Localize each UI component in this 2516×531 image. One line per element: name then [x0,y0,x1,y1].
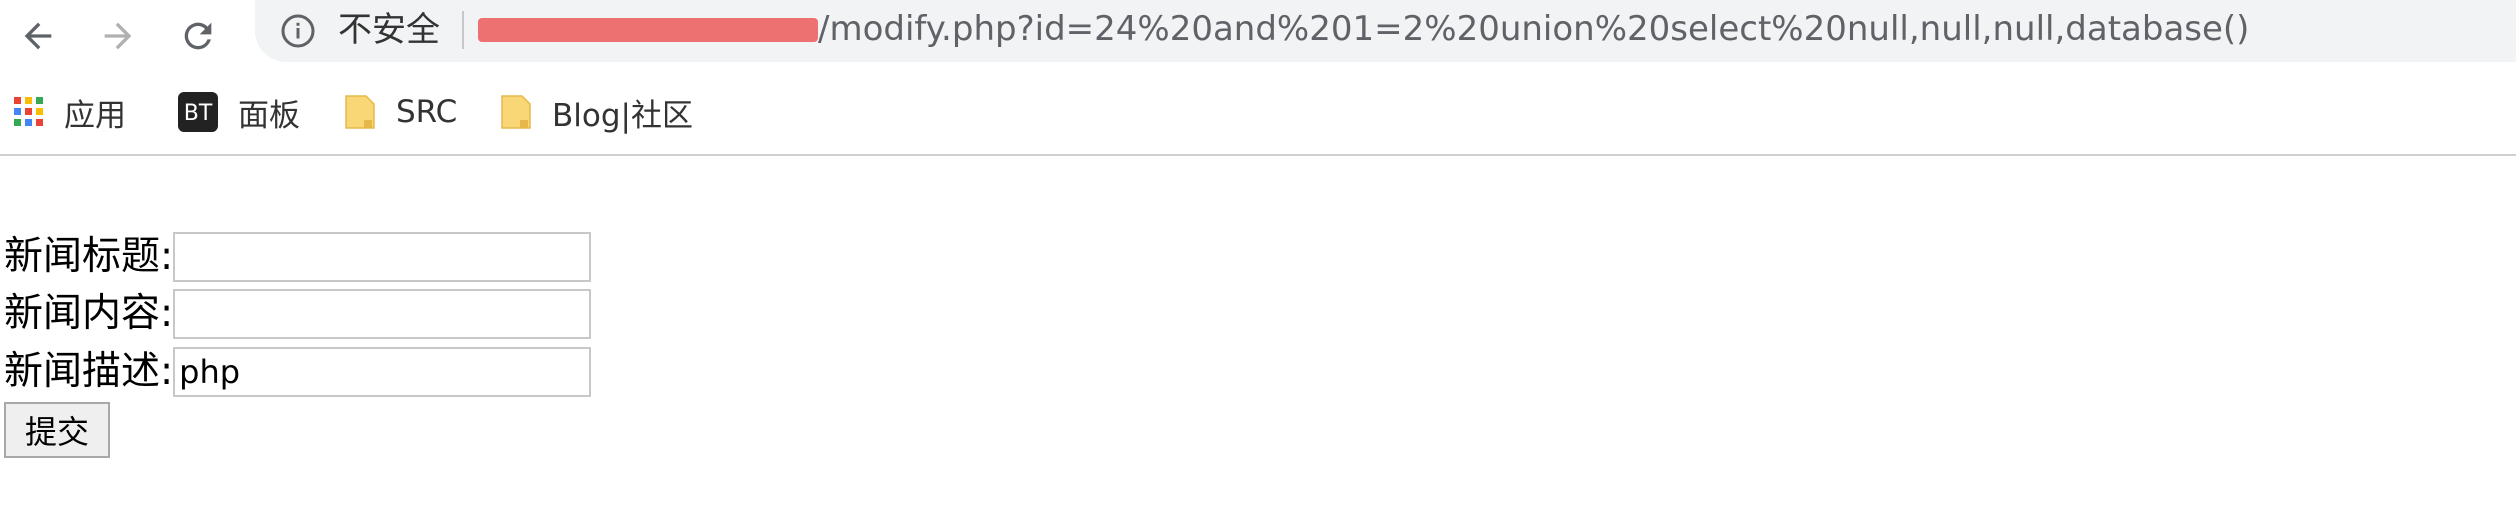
apps-grid-icon [14,97,43,126]
bookmark-src[interactable]: SRC [344,90,457,134]
bookmark-label: Blog|社区 [552,97,693,134]
news-title-label: 新闻标题: [4,234,174,279]
folder-icon [345,95,375,129]
bookmark-apps[interactable]: 应用 [14,90,126,134]
news-desc-label: 新闻描述: [4,349,174,394]
bookmark-panel[interactable]: BT 面板 [178,90,300,134]
redacted-host [478,18,818,42]
news-title-input[interactable] [173,232,592,282]
back-button[interactable] [8,6,68,66]
reload-icon [184,22,212,50]
address-separator [462,11,464,49]
bt-logo-icon: BT [178,92,218,132]
form-row-desc: 新闻描述: [4,344,592,400]
form-row-content: 新闻内容: [4,286,592,342]
browser-toolbar: 不安全 /modify.php?id=24%20and%201=2%20unio… [0,0,2516,155]
arrow-right-icon [104,22,132,50]
reload-button[interactable] [168,6,228,66]
bt-logo-text: BT [184,101,213,126]
news-content-label: 新闻内容: [4,291,174,336]
arrow-left-icon [24,22,52,50]
toolbar-divider [0,154,2516,156]
bookmark-label: SRC [396,94,458,130]
news-content-input[interactable] [173,289,592,339]
submit-button[interactable]: 提交 [4,402,110,458]
news-desc-input[interactable] [173,347,592,397]
info-icon[interactable] [280,13,316,49]
folder-icon [501,95,531,129]
url-text[interactable]: /modify.php?id=24%20and%201=2%20union%20… [818,9,2249,49]
bookmark-label: 应用 [64,97,126,134]
bookmark-blog[interactable]: Blog|社区 [500,90,693,134]
form-row-title: 新闻标题: [4,229,592,285]
bookmark-label: 面板 [238,97,300,134]
forward-button[interactable] [88,6,148,66]
security-status-label[interactable]: 不安全 [338,10,440,50]
